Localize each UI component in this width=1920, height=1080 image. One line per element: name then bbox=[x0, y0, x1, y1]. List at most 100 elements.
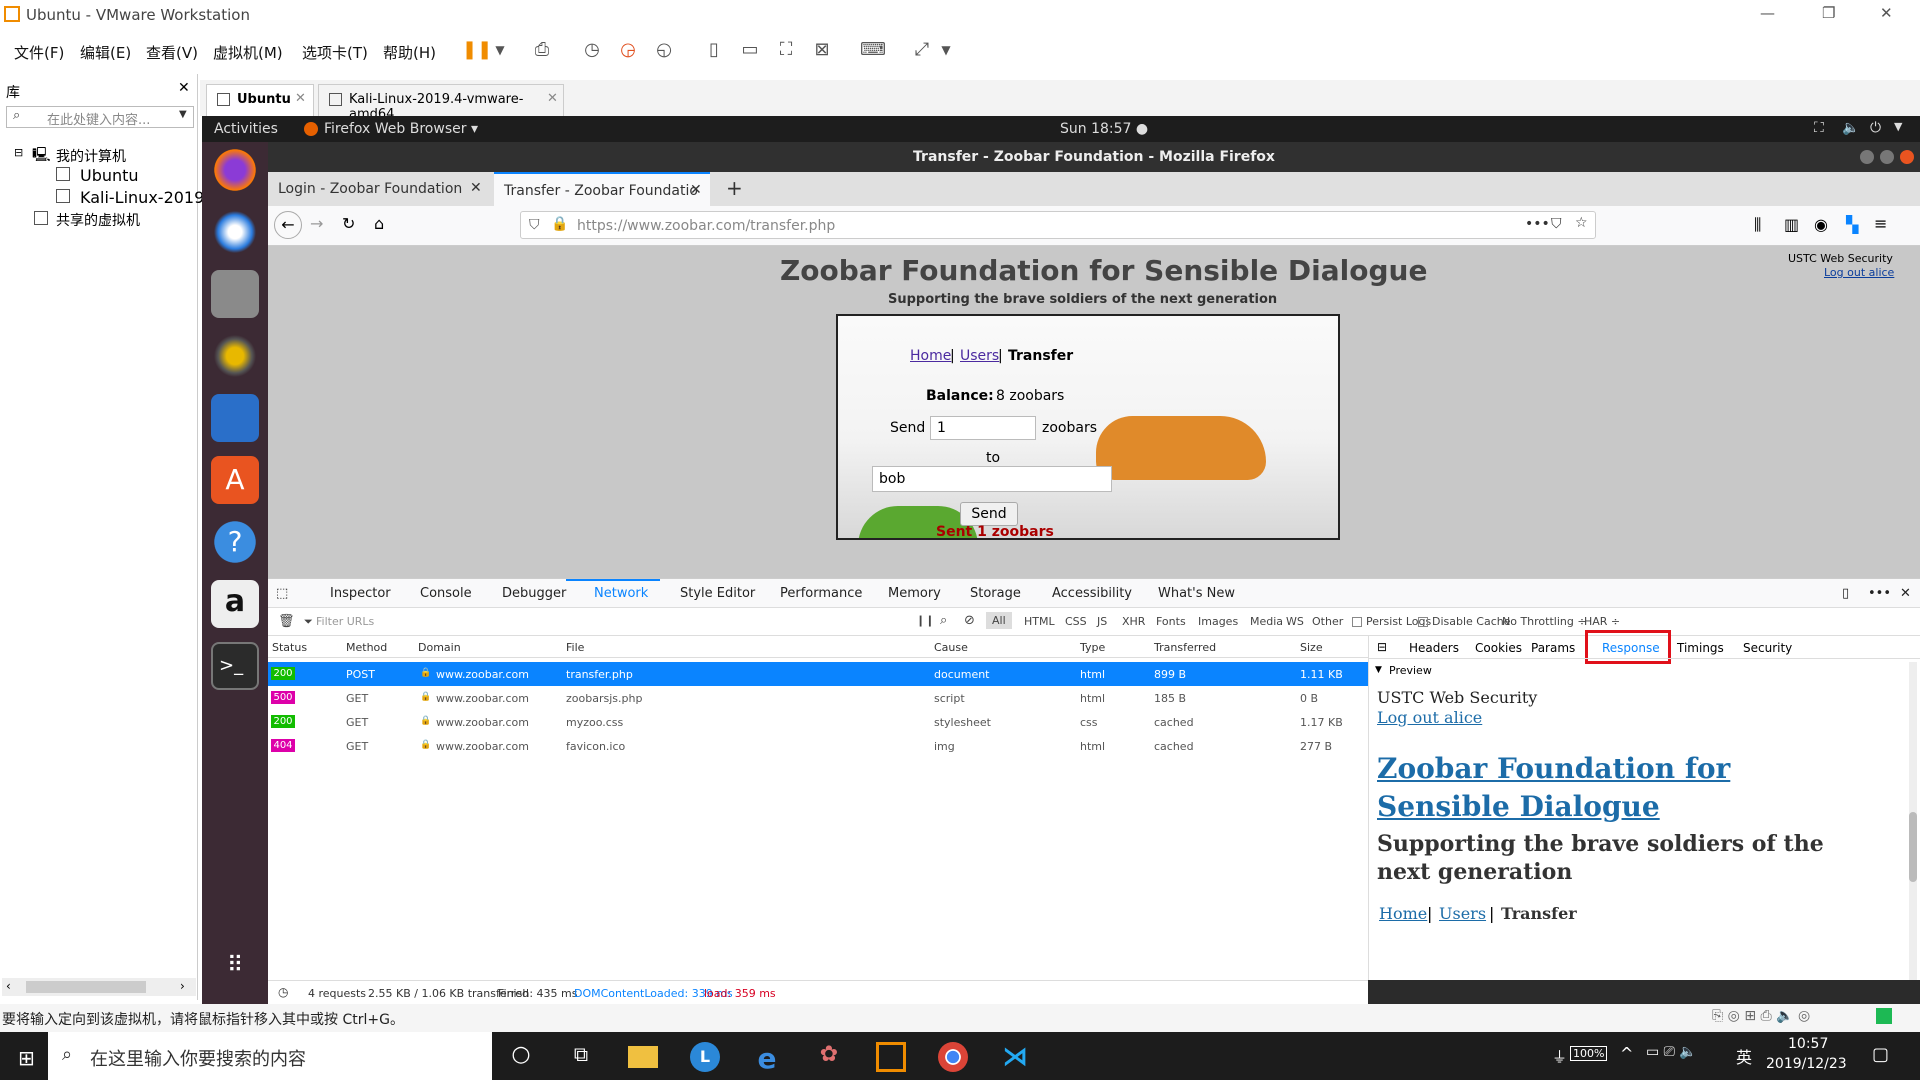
rhythmbox-icon[interactable] bbox=[211, 332, 259, 380]
revert-snapshot-icon[interactable]: ◶ bbox=[616, 38, 640, 62]
side-tab-headers[interactable]: Headers bbox=[1409, 641, 1459, 655]
pause-recording-icon[interactable]: ❙❙ bbox=[916, 614, 934, 627]
stretch-dropdown-icon[interactable]: ▼ bbox=[934, 38, 958, 62]
tab-close-icon[interactable]: ✕ bbox=[295, 91, 306, 106]
filter-html[interactable]: HTML bbox=[1024, 615, 1055, 628]
tree-collapse-icon[interactable]: ⊟ bbox=[14, 146, 23, 159]
chrome-icon[interactable] bbox=[938, 1042, 968, 1072]
devtools-tab-performance[interactable]: Performance bbox=[780, 586, 862, 601]
menu-icon[interactable]: ≡ bbox=[1874, 214, 1887, 233]
menu-tabs[interactable]: 选项卡(T) bbox=[302, 42, 368, 63]
new-tab-icon[interactable]: + bbox=[726, 176, 743, 200]
show-apps-icon[interactable]: ⠿ bbox=[211, 942, 259, 990]
preview-title[interactable]: Zoobar Foundation for Sensible Dialogue bbox=[1377, 750, 1797, 826]
disable-cache-label[interactable]: Disable Cache bbox=[1432, 615, 1511, 628]
filter-images[interactable]: Images bbox=[1198, 615, 1238, 628]
pick-element-icon[interactable]: ⬚ bbox=[276, 586, 288, 601]
taskbar-search[interactable]: ⌕ 在这里输入你要搜索的内容 bbox=[48, 1032, 492, 1080]
clock[interactable]: Sun 18:57 ● bbox=[1060, 121, 1148, 137]
table-row[interactable]: 200 GET 🔒 www.zoobar.com myzoo.css style… bbox=[268, 710, 1368, 734]
filter-fonts[interactable]: Fonts bbox=[1156, 615, 1186, 628]
vmware-taskbar-icon[interactable] bbox=[876, 1042, 906, 1072]
pocket-icon[interactable]: ⛉ bbox=[1551, 216, 1562, 232]
filter-css[interactable]: CSS bbox=[1065, 615, 1087, 628]
tray-chevron-icon[interactable]: ^ bbox=[1620, 1044, 1633, 1063]
preview-scrollbar[interactable] bbox=[1909, 662, 1917, 980]
devtools-tab-network[interactable]: Network bbox=[594, 586, 648, 601]
devtools-tab-style-editor[interactable]: Style Editor bbox=[680, 586, 755, 601]
block-icon[interactable]: ⊘ bbox=[964, 613, 975, 628]
amount-input[interactable]: 1 bbox=[930, 416, 1036, 440]
file-explorer-icon[interactable] bbox=[628, 1046, 658, 1068]
preview-users[interactable]: Users bbox=[1439, 904, 1486, 923]
paint-icon[interactable]: ✿ bbox=[814, 1042, 844, 1072]
close-icon[interactable]: ✕ bbox=[1880, 4, 1893, 22]
system-menu-icon[interactable]: ▼ bbox=[1894, 120, 1902, 133]
ff-minimize-icon[interactable] bbox=[1860, 150, 1874, 164]
restore-icon[interactable]: ❐ bbox=[1822, 4, 1835, 22]
volume-icon[interactable]: 🔈 bbox=[1842, 120, 1859, 136]
app-menu[interactable]: Firefox Web Browser ▾ bbox=[324, 121, 478, 137]
disable-cache-checkbox[interactable] bbox=[1418, 617, 1428, 627]
menu-vm[interactable]: 虚拟机(M) bbox=[213, 42, 283, 63]
preview-toggle-icon[interactable]: ▼ bbox=[1375, 665, 1382, 675]
side-tab-cookies[interactable]: Cookies bbox=[1475, 641, 1522, 655]
filter-other[interactable]: Other bbox=[1312, 615, 1343, 628]
firefox-icon[interactable] bbox=[211, 146, 259, 194]
recipient-input[interactable]: bob bbox=[872, 466, 1112, 492]
library-search[interactable]: ⌕ 在此处键入内容... ▼ bbox=[6, 106, 194, 128]
devtools-tab-debugger[interactable]: Debugger bbox=[502, 586, 566, 601]
pause-icon[interactable]: ❚❚ bbox=[462, 38, 492, 62]
unity-icon[interactable]: ⊠ bbox=[810, 38, 834, 62]
tab-kali[interactable]: Kali-Linux-2019.4-vmware-amd64 ✕ bbox=[318, 84, 564, 122]
library-scrollbar[interactable]: ‹ › bbox=[2, 978, 196, 996]
send-keys-icon[interactable]: ⎙ bbox=[530, 38, 554, 62]
tab-transfer[interactable]: Transfer - Zoobar Foundatio ✕ bbox=[494, 172, 710, 206]
app-l-icon[interactable]: L bbox=[690, 1042, 720, 1072]
toggle-panel-icon[interactable]: ⊟ bbox=[1377, 640, 1387, 654]
edge-icon[interactable]: e bbox=[752, 1042, 782, 1075]
filter-media[interactable]: Media bbox=[1250, 615, 1283, 628]
snapshot-manager-icon[interactable]: ◵ bbox=[652, 38, 676, 62]
devtools-tab-memory[interactable]: Memory bbox=[888, 586, 941, 601]
libreoffice-writer-icon[interactable] bbox=[211, 394, 259, 442]
side-tab-timings[interactable]: Timings bbox=[1677, 641, 1724, 655]
sidebar-view-icon[interactable]: ▯ bbox=[702, 38, 726, 62]
col-size[interactable]: Size bbox=[1300, 641, 1323, 654]
scroll-left-icon[interactable]: ‹ bbox=[6, 979, 11, 993]
clear-requests-icon[interactable]: 🗑 bbox=[278, 614, 295, 629]
table-row[interactable]: 404 GET 🔒 www.zoobar.com favicon.ico img… bbox=[268, 734, 1368, 758]
logout-link[interactable]: Log out alice bbox=[1824, 266, 1894, 279]
back-icon[interactable]: ← bbox=[274, 211, 302, 239]
tree-my-computer[interactable]: 我的计算机 bbox=[56, 146, 126, 166]
message-icon[interactable] bbox=[1876, 1008, 1892, 1024]
filter-xhr[interactable]: XHR bbox=[1122, 615, 1145, 628]
side-tab-security[interactable]: Security bbox=[1743, 641, 1792, 655]
thumbnail-view-icon[interactable]: ▭ bbox=[738, 38, 762, 62]
search-dropdown-icon[interactable]: ▼ bbox=[179, 109, 187, 120]
preview-label[interactable]: Preview bbox=[1389, 664, 1432, 677]
tab-login[interactable]: Login - Zoobar Foundation ✕ bbox=[268, 172, 492, 206]
files-icon[interactable] bbox=[211, 270, 259, 318]
scroll-thumb[interactable] bbox=[1909, 812, 1917, 882]
side-tab-params[interactable]: Params bbox=[1531, 641, 1575, 655]
scroll-thumb[interactable] bbox=[26, 981, 146, 993]
dock-side-icon[interactable]: ▯ bbox=[1842, 586, 1849, 601]
persist-logs-checkbox[interactable] bbox=[1352, 617, 1362, 627]
devtools-tab-console[interactable]: Console bbox=[420, 586, 472, 601]
device-icons[interactable]: ⎘ ◎ ⊞ ⎙ 🔈 ◎ bbox=[1712, 1008, 1810, 1024]
table-row[interactable]: 500 GET 🔒 www.zoobar.com zoobarsjs.php s… bbox=[268, 686, 1368, 710]
har-menu[interactable]: HAR ÷ bbox=[1584, 615, 1620, 628]
nav-users[interactable]: Users bbox=[960, 348, 999, 364]
filter-js[interactable]: JS bbox=[1097, 615, 1107, 628]
help-icon[interactable]: ? bbox=[211, 518, 259, 566]
dropdown-icon[interactable]: ▼ bbox=[488, 38, 512, 62]
preview-home[interactable]: Home bbox=[1379, 904, 1427, 923]
url-bar[interactable]: ⛉ 🔒 https://www.zoobar.com/transfer.php … bbox=[520, 211, 1596, 239]
library-close-icon[interactable]: ✕ bbox=[178, 80, 190, 96]
tab-close-icon[interactable]: ✕ bbox=[470, 180, 482, 196]
stretch-icon[interactable]: ⤢ bbox=[910, 38, 934, 62]
col-status[interactable]: Status bbox=[272, 641, 307, 654]
console-view-icon[interactable]: ⌨ bbox=[860, 38, 886, 62]
menu-edit[interactable]: 编辑(E) bbox=[80, 42, 131, 63]
